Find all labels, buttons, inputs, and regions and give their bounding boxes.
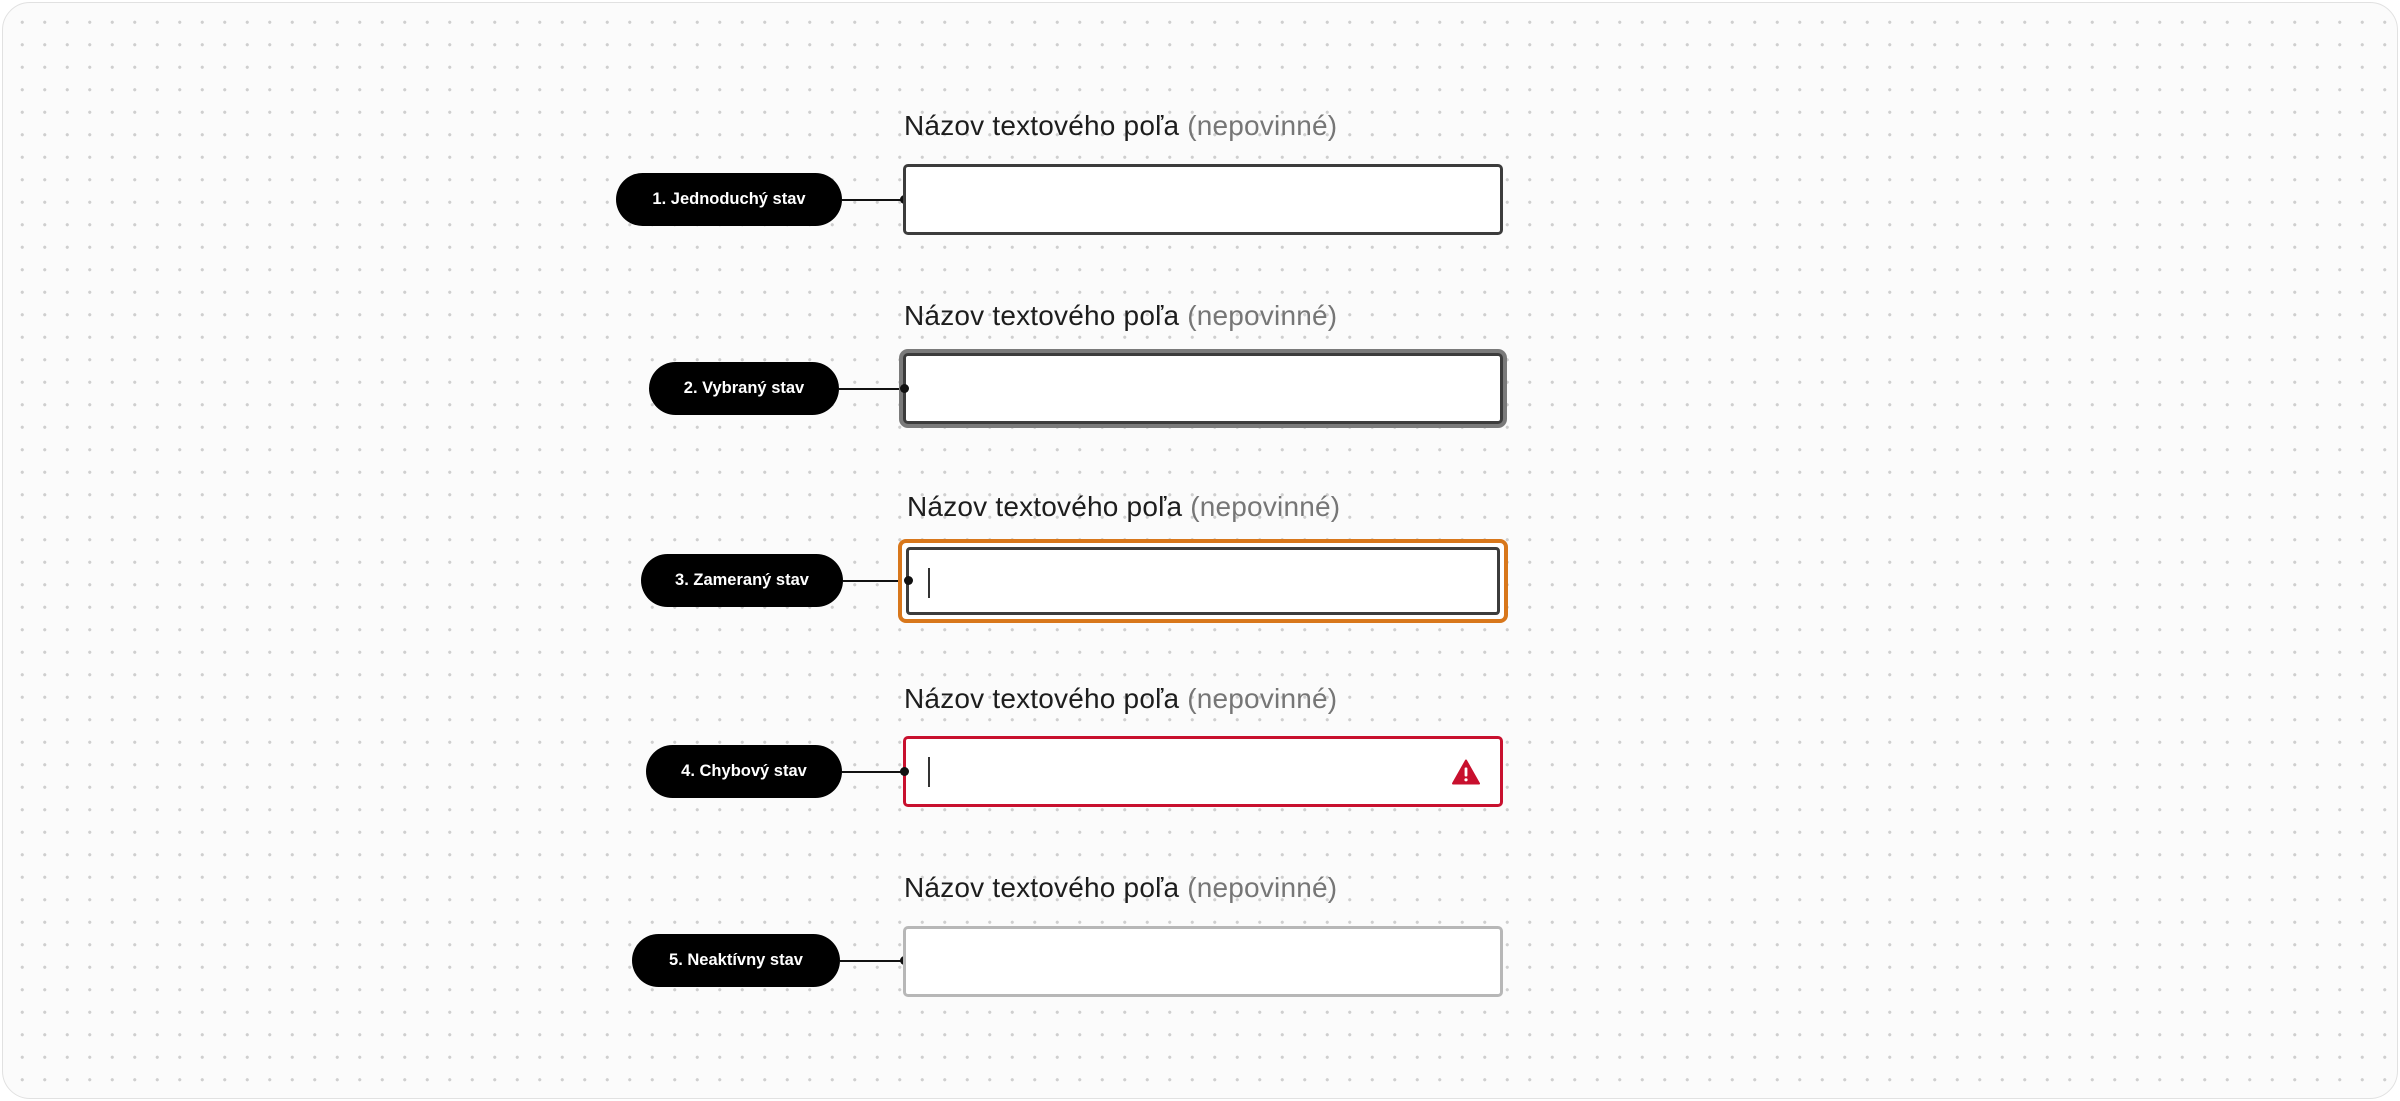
field-optional-hint: (nepovinné) (1187, 300, 1338, 331)
connector-dot (904, 576, 913, 585)
connector-line (839, 388, 906, 390)
field-label: Názov textového poľa (nepovinné) (904, 870, 1337, 906)
text-input-selected[interactable] (903, 353, 1503, 424)
field-label-text: Názov textového poľa (904, 110, 1180, 141)
field-label: Názov textového poľa (nepovinné) (904, 108, 1337, 144)
connector-line (840, 960, 906, 962)
warning-triangle-icon (1452, 759, 1480, 785)
text-input-disabled (903, 926, 1503, 997)
connector-line (842, 771, 906, 773)
state-row-disabled: Názov textového poľa (nepovinné) 5. Neak… (3, 870, 2397, 1060)
state-badge-default: 1. Jednoduchý stav (616, 173, 842, 226)
field-label-text: Názov textového poľa (904, 300, 1180, 331)
field-label: Názov textového poľa (nepovinné) (904, 298, 1337, 334)
text-input-error[interactable] (903, 736, 1503, 807)
focus-inner-border (906, 547, 1500, 615)
text-input-default[interactable] (903, 164, 1503, 235)
field-optional-hint: (nepovinné) (1190, 491, 1341, 522)
text-caret (928, 757, 930, 787)
state-badge-error: 4. Chybový stav (646, 745, 842, 798)
field-label-text: Názov textového poľa (904, 872, 1180, 903)
field-label: Názov textového poľa (nepovinné) (904, 681, 1337, 717)
canvas: Názov textového poľa (nepovinné) 1. Jedn… (2, 2, 2398, 1099)
state-badge-selected: 2. Vybraný stav (649, 362, 839, 415)
connector-dot (900, 384, 909, 393)
state-row-error: Názov textového poľa (nepovinné) 4. Chyb… (3, 681, 2397, 871)
field-optional-hint: (nepovinné) (1187, 110, 1338, 141)
state-badge-disabled: 5. Neaktívny stav (632, 934, 840, 987)
text-input-focused[interactable] (898, 539, 1508, 623)
state-row-default: Názov textového poľa (nepovinné) 1. Jedn… (3, 108, 2397, 298)
field-label-text: Názov textového poľa (907, 491, 1183, 522)
field-label: Názov textového poľa (nepovinné) (907, 489, 1340, 525)
text-caret (928, 568, 930, 598)
field-label-text: Názov textového poľa (904, 683, 1180, 714)
field-optional-hint: (nepovinné) (1187, 872, 1338, 903)
state-row-focused: Názov textového poľa (nepovinné) 3. Zame… (3, 489, 2397, 679)
field-optional-hint: (nepovinné) (1187, 683, 1338, 714)
connector-dot (900, 767, 909, 776)
connector-line (842, 199, 906, 201)
state-row-selected: Názov textového poľa (nepovinné) 2. Vybr… (3, 298, 2397, 488)
state-badge-focused: 3. Zameraný stav (641, 554, 843, 607)
